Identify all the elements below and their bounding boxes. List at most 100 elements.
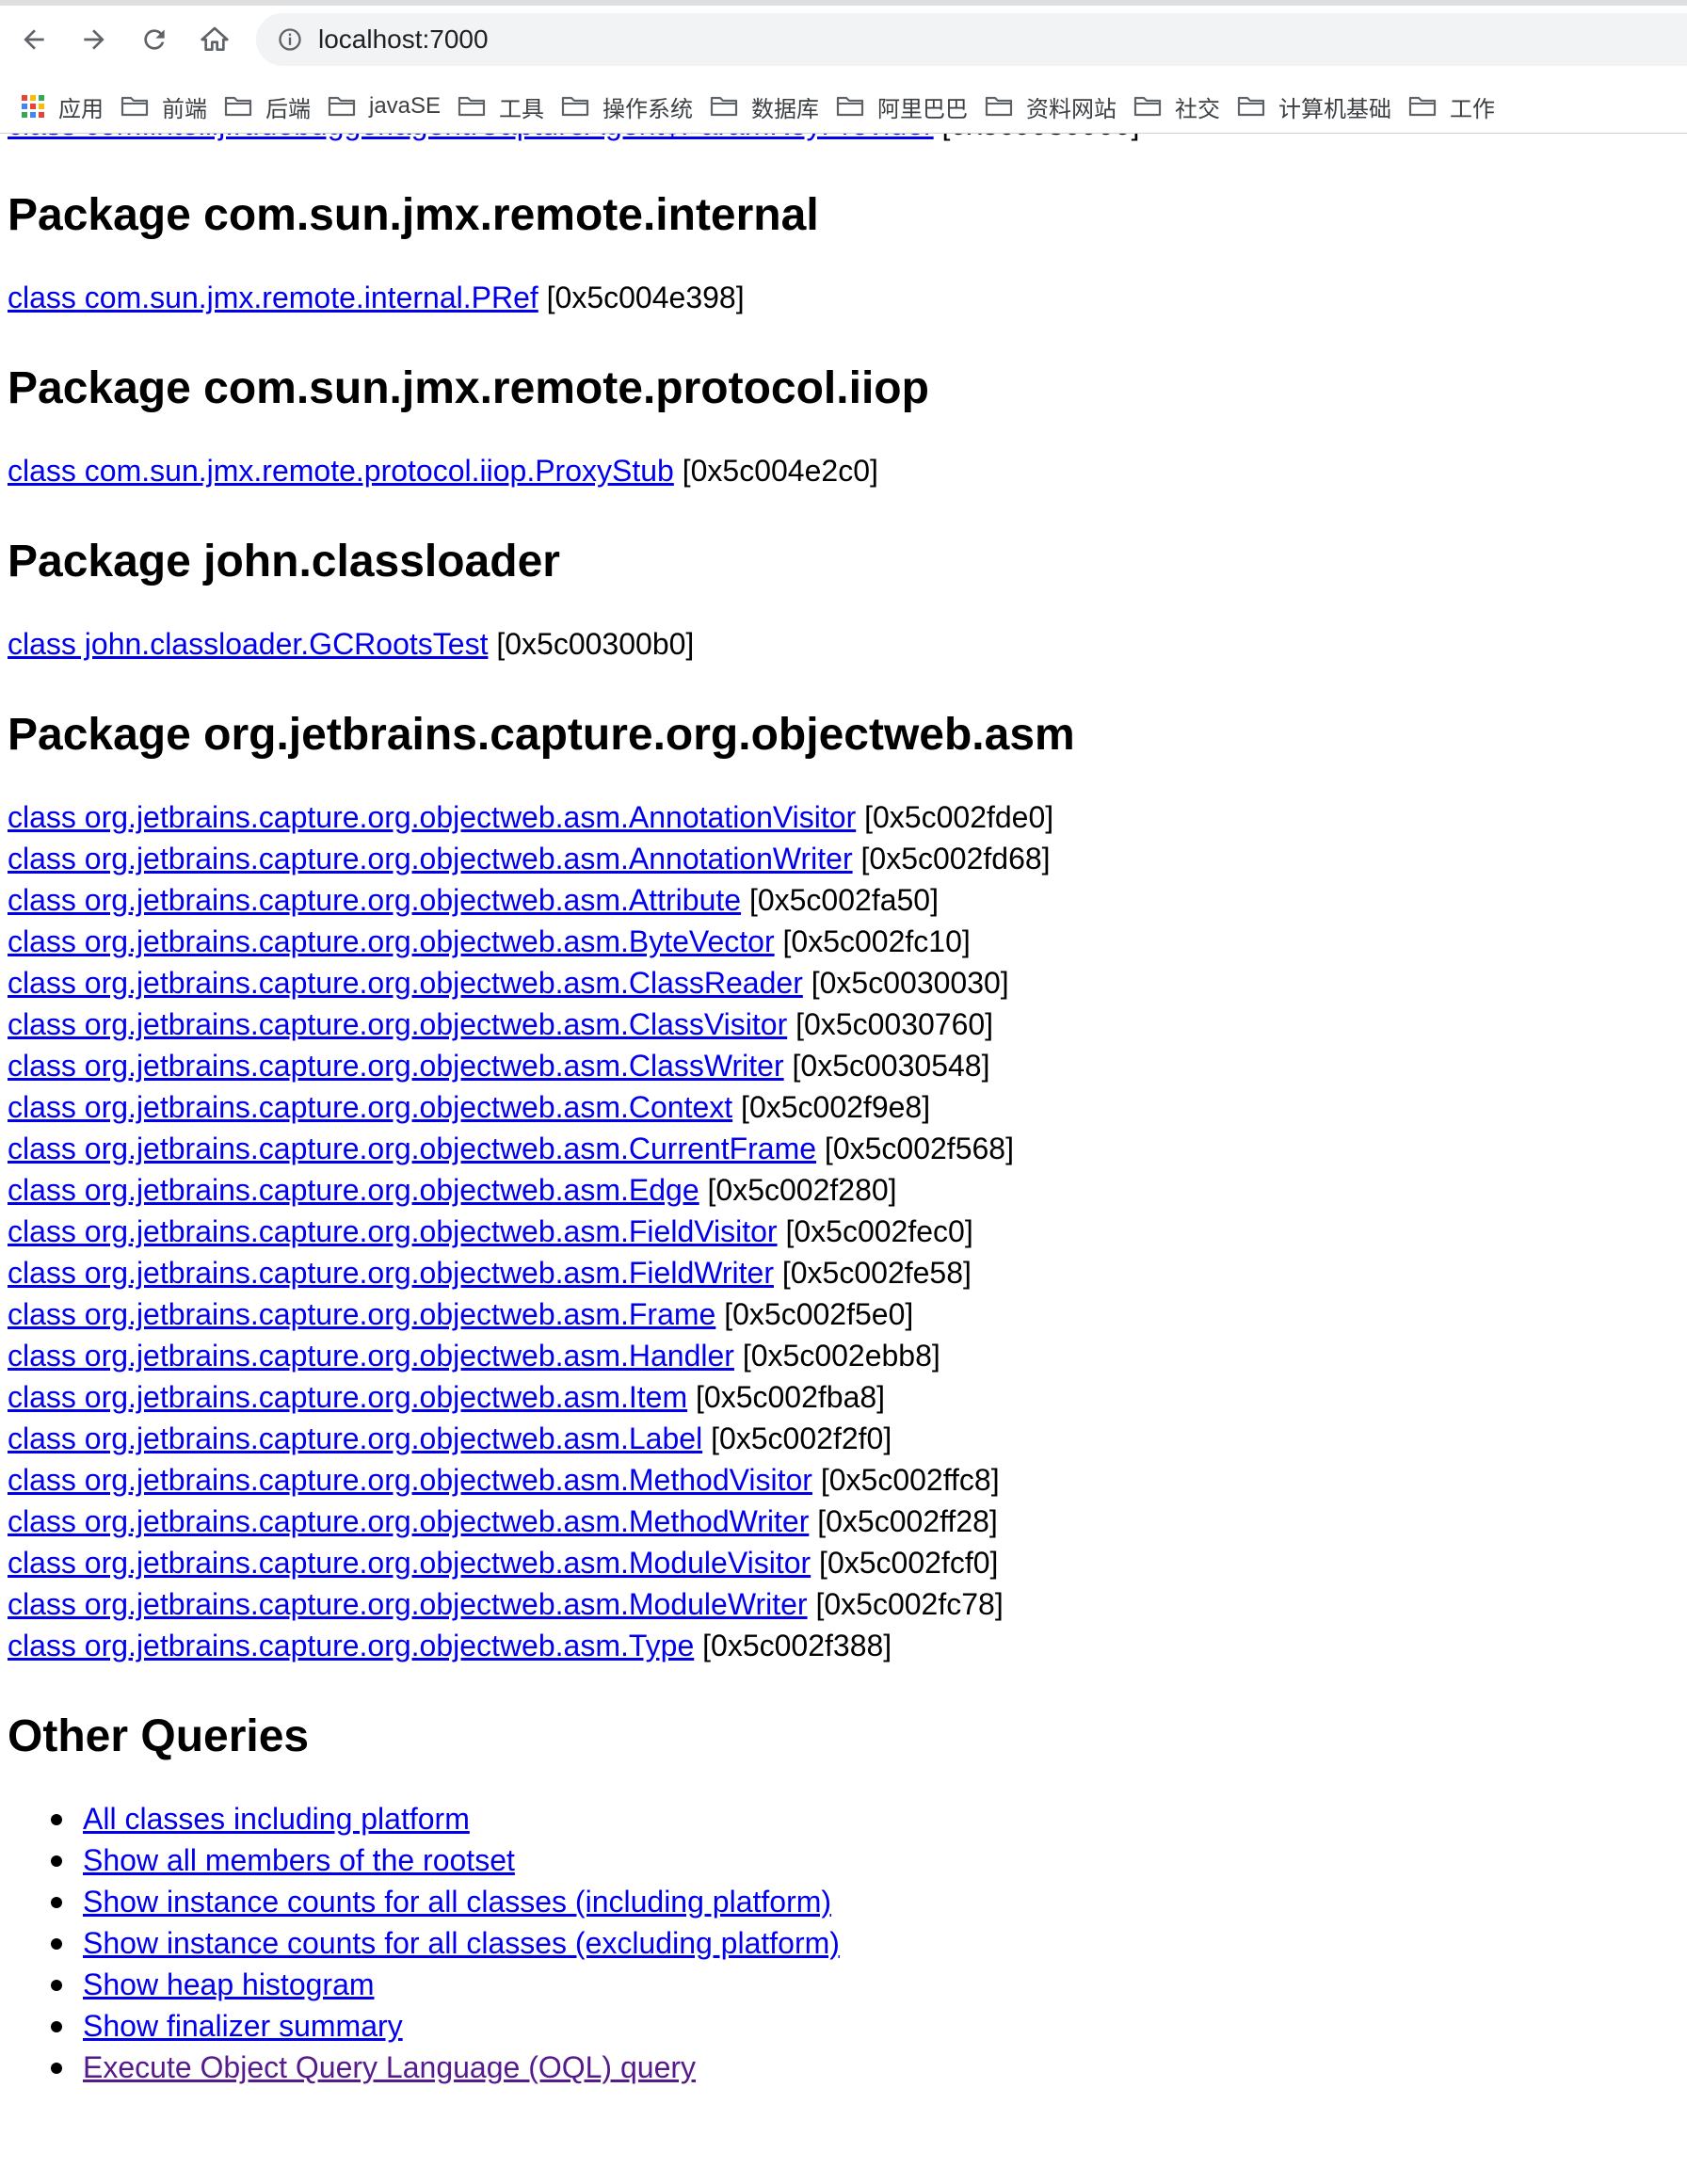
class-link[interactable]: class org.jetbrains.capture.org.objectwe… xyxy=(8,1587,808,1621)
package-heading: Package john.classloader xyxy=(8,537,560,586)
class-address: [0x5c002ffc8] xyxy=(820,1463,1000,1497)
class-entry: class com.intellij.rt.debugger.agent.Cap… xyxy=(8,134,1674,145)
bookmark-folder-11[interactable]: 工作 xyxy=(1408,83,1495,130)
class-link[interactable]: class org.jetbrains.capture.org.objectwe… xyxy=(8,1421,702,1455)
class-entry: class org.jetbrains.capture.org.objectwe… xyxy=(8,1335,1674,1376)
class-entry: class org.jetbrains.capture.org.objectwe… xyxy=(8,962,1674,1004)
forward-button[interactable] xyxy=(73,19,115,60)
class-link[interactable]: class org.jetbrains.capture.org.objectwe… xyxy=(8,966,803,1000)
query-item: Show instance counts for all classes (in… xyxy=(51,1881,1674,1922)
bookmark-label: 阿里巴巴 xyxy=(877,96,969,122)
reload-icon xyxy=(144,29,165,50)
bookmark-folder-9[interactable]: 社交 xyxy=(1133,83,1220,130)
folder-icon xyxy=(1408,96,1437,117)
folder-icon xyxy=(328,96,356,117)
class-link[interactable]: class org.jetbrains.capture.org.objectwe… xyxy=(8,800,856,834)
class-link[interactable]: class org.jetbrains.capture.org.objectwe… xyxy=(8,1173,699,1207)
url-text[interactable]: localhost:7000 xyxy=(318,24,489,55)
query-link-all-classes-including-platform[interactable]: All classes including platform xyxy=(83,1802,470,1836)
bookmark-folder-3[interactable]: javaSE xyxy=(328,83,441,130)
home-button[interactable] xyxy=(194,19,235,60)
class-link[interactable]: class org.jetbrains.capture.org.objectwe… xyxy=(8,883,741,917)
other-queries-heading: Other Queries xyxy=(8,1711,310,1761)
bookmark-label: javaSE xyxy=(369,93,442,119)
bookmark-label: 应用 xyxy=(58,96,104,122)
class-entry: class org.jetbrains.capture.org.objectwe… xyxy=(8,1086,1674,1128)
package-heading: Package com.sun.jmx.remote.internal xyxy=(8,190,819,240)
class-link[interactable]: class org.jetbrains.capture.org.objectwe… xyxy=(8,1380,687,1414)
class-address: [0x5c004e398] xyxy=(546,281,745,314)
bullet-icon xyxy=(51,2021,62,2032)
class-link[interactable]: class org.jetbrains.capture.org.objectwe… xyxy=(8,1132,816,1165)
query-link-show-instance-counts-for-all-classes-inc[interactable]: Show instance counts for all classes (in… xyxy=(83,1885,831,1919)
class-entry: class org.jetbrains.capture.org.objectwe… xyxy=(8,1252,1674,1293)
back-button[interactable] xyxy=(13,19,55,60)
apps-grid-icon xyxy=(22,95,44,118)
class-link[interactable]: class com.sun.jmx.remote.protocol.iiop.P… xyxy=(8,454,674,488)
class-link[interactable]: class org.jetbrains.capture.org.objectwe… xyxy=(8,1256,774,1290)
bookmark-folder-1[interactable]: 前端 xyxy=(120,83,207,130)
address-bar[interactable]: localhost:7000 xyxy=(256,13,1687,66)
class-link[interactable]: class org.jetbrains.capture.org.objectwe… xyxy=(8,1629,694,1662)
class-link[interactable]: class org.jetbrains.capture.org.objectwe… xyxy=(8,1546,811,1580)
class-link[interactable]: class org.jetbrains.capture.org.objectwe… xyxy=(8,924,775,958)
info-icon[interactable] xyxy=(275,24,305,55)
bullet-icon xyxy=(51,2063,62,2074)
bookmark-label: 后端 xyxy=(265,96,311,122)
class-link[interactable]: class com.intellij.rt.debugger.agent.Cap… xyxy=(8,134,934,141)
class-address: [0x5c004e2c0] xyxy=(682,454,878,488)
home-icon xyxy=(201,26,229,51)
class-entry: class com.sun.jmx.remote.internal.PRef [… xyxy=(8,277,1674,318)
bookmark-folder-7[interactable]: 阿里巴巴 xyxy=(836,83,968,130)
folder-icon xyxy=(120,96,149,117)
class-link[interactable]: class org.jetbrains.capture.org.objectwe… xyxy=(8,1463,812,1497)
bookmark-folder-4[interactable]: 工具 xyxy=(458,83,544,130)
bookmark-folder-2[interactable]: 后端 xyxy=(224,83,311,130)
bullet-icon xyxy=(51,1897,62,1908)
query-item: Show all members of the rootset xyxy=(51,1839,1674,1881)
class-address: [0x5c002fba8] xyxy=(696,1380,886,1414)
query-link-show-heap-histogram[interactable]: Show heap histogram xyxy=(83,1967,375,2001)
class-entry: class org.jetbrains.capture.org.objectwe… xyxy=(8,1376,1674,1418)
class-link[interactable]: class org.jetbrains.capture.org.objectwe… xyxy=(8,842,853,875)
class-link[interactable]: class org.jetbrains.capture.org.objectwe… xyxy=(8,1007,787,1041)
class-link[interactable]: class org.jetbrains.capture.org.objectwe… xyxy=(8,1090,732,1124)
class-entry: class org.jetbrains.capture.org.objectwe… xyxy=(8,1501,1674,1542)
query-link-show-finalizer-summary[interactable]: Show finalizer summary xyxy=(83,2009,403,2043)
class-entry: class john.classloader.GCRootsTest [0x5c… xyxy=(8,623,1674,665)
package-heading: Package com.sun.jmx.remote.protocol.iiop xyxy=(8,363,929,413)
class-entry: class com.sun.jmx.remote.protocol.iiop.P… xyxy=(8,450,1674,491)
bookmark-label: 社交 xyxy=(1175,96,1221,122)
class-entry: class org.jetbrains.capture.org.objectwe… xyxy=(8,1625,1674,1666)
reload-button[interactable] xyxy=(134,19,175,60)
class-link[interactable]: class com.sun.jmx.remote.internal.PRef xyxy=(8,281,538,314)
class-link[interactable]: class org.jetbrains.capture.org.objectwe… xyxy=(8,1214,778,1248)
bookmark-label: 工作 xyxy=(1450,96,1496,122)
class-address: [0x5c002f9e8] xyxy=(741,1090,931,1124)
class-link[interactable]: class org.jetbrains.capture.org.objectwe… xyxy=(8,1297,715,1331)
folder-icon xyxy=(836,96,864,117)
class-entry: class org.jetbrains.capture.org.objectwe… xyxy=(8,1169,1674,1211)
bookmark-folder-10[interactable]: 计算机基础 xyxy=(1237,83,1391,130)
bookmark-folder-6[interactable]: 数据库 xyxy=(710,83,819,130)
query-link-show-all-members-of-the-rootset[interactable]: Show all members of the rootset xyxy=(83,1843,515,1877)
class-address: [0x5c0030030] xyxy=(811,966,1009,1000)
query-link-show-instance-counts-for-all-classes-exc[interactable]: Show instance counts for all classes (ex… xyxy=(83,1926,840,1960)
arrow-left-icon xyxy=(24,29,44,50)
folder-icon xyxy=(1237,96,1265,117)
class-link[interactable]: class org.jetbrains.capture.org.objectwe… xyxy=(8,1339,734,1373)
page-content: class com.intellij.rt.debugger.agent.Cap… xyxy=(0,134,1687,2184)
class-address: [0x5c002f388] xyxy=(702,1629,892,1662)
bookmark-folder-8[interactable]: 资料网站 xyxy=(985,83,1117,130)
folder-icon xyxy=(1133,96,1162,117)
class-address: [0x5c002ff28] xyxy=(817,1504,998,1538)
class-entry: class org.jetbrains.capture.org.objectwe… xyxy=(8,1128,1674,1169)
query-link-execute-object-query-language-oql-query[interactable]: Execute Object Query Language (OQL) quer… xyxy=(83,2050,696,2084)
bookmark-apps[interactable]: 应用 xyxy=(21,83,104,130)
query-item: Show instance counts for all classes (ex… xyxy=(51,1922,1674,1964)
class-link[interactable]: class org.jetbrains.capture.org.objectwe… xyxy=(8,1049,784,1083)
other-queries-list: All classes including platform Show all m… xyxy=(8,1798,1674,2088)
class-link[interactable]: class john.classloader.GCRootsTest xyxy=(8,627,488,661)
class-link[interactable]: class org.jetbrains.capture.org.objectwe… xyxy=(8,1504,809,1538)
bookmark-folder-5[interactable]: 操作系统 xyxy=(561,83,693,130)
